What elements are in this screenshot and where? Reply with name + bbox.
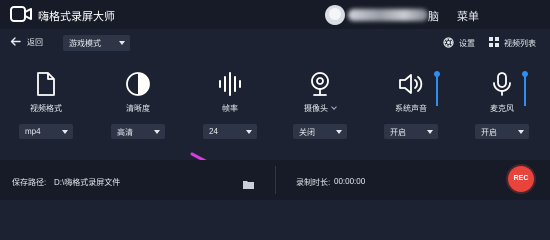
volume-knob[interactable] <box>434 71 440 77</box>
back-button[interactable]: 返回 <box>10 37 43 48</box>
clarity-icon <box>98 71 178 99</box>
video-format-select[interactable]: mp4 <box>19 124 73 139</box>
rec-button[interactable]: REC <box>508 166 534 192</box>
clarity-select[interactable]: 高清 <box>111 124 165 139</box>
caret-down-icon <box>119 41 125 45</box>
volume-fill <box>524 74 526 106</box>
mode-select[interactable]: 游戏模式 <box>63 35 130 51</box>
chevron-down-icon[interactable] <box>331 104 337 110</box>
arrow-left-icon <box>10 37 21 48</box>
back-label: 返回 <box>27 38 43 47</box>
system-sound-volume-slider[interactable] <box>434 71 440 106</box>
webcam-select[interactable]: 关闭 <box>293 124 347 139</box>
waveform-icon <box>190 71 270 99</box>
caret-down-icon <box>62 130 68 134</box>
divider <box>275 166 276 194</box>
caret-down-icon <box>246 130 252 134</box>
caret-down-icon <box>518 130 524 134</box>
option-label: 麦克风 <box>490 104 514 113</box>
menu-button[interactable]: 菜单 <box>457 8 479 24</box>
system-sound-select[interactable]: 开启 <box>384 124 438 139</box>
duration-value: 00:00:00 <box>334 177 366 186</box>
select-value: mp4 <box>25 127 41 136</box>
mode-select-value: 游戏模式 <box>69 39 101 48</box>
select-value: 开启 <box>481 128 497 137</box>
select-value: 24 <box>209 127 218 136</box>
video-list-button[interactable]: 视频列表 <box>489 37 536 49</box>
caret-down-icon <box>427 130 433 134</box>
option-label: 系统声音 <box>395 104 427 113</box>
video-list-label: 视频列表 <box>504 38 536 48</box>
option-label-text: 摄像头 <box>304 104 328 113</box>
caret-down-icon <box>336 130 342 134</box>
save-path-label: 保存路径: <box>12 178 47 187</box>
save-path-value: D:\嗨格式录屏文件 <box>54 178 121 187</box>
duration-label: 录制时长: <box>296 178 331 187</box>
volume-fill <box>436 74 438 106</box>
option-label: 帧率 <box>222 104 238 113</box>
grid-icon <box>489 37 499 49</box>
select-value: 高清 <box>117 128 133 137</box>
microphone-select[interactable]: 开启 <box>475 124 529 139</box>
frame-rate-select[interactable]: 24 <box>203 124 257 139</box>
volume-knob[interactable] <box>522 71 528 77</box>
app-title: 嗨格式录屏大师 <box>38 11 115 23</box>
settings-button[interactable]: 设置 <box>443 37 475 50</box>
avatar[interactable] <box>325 5 345 25</box>
gear-icon <box>443 37 454 50</box>
webcam-icon <box>280 71 360 99</box>
settings-label: 设置 <box>459 39 475 48</box>
microphone-icon <box>462 71 542 99</box>
caret-down-icon <box>154 130 160 134</box>
bottom-bar: 保存路径: D:\嗨格式录屏文件 录制时长: 00:00:00 REC <box>0 160 550 200</box>
file-icon <box>6 71 86 99</box>
username-redacted <box>348 9 428 21</box>
option-label: 摄像头 <box>280 103 360 114</box>
title-bar: 嗨格式录屏大师 脑 菜单 <box>0 0 550 29</box>
folder-icon[interactable] <box>243 176 254 194</box>
option-label: 视频格式 <box>30 104 62 113</box>
select-value: 关闭 <box>299 128 315 137</box>
option-label: 清晰度 <box>126 104 150 113</box>
username-suffix: 脑 <box>428 11 439 23</box>
select-value: 开启 <box>390 128 406 137</box>
camera-logo-icon <box>10 5 32 28</box>
toolbar: 返回 游戏模式 设置 视频列表 <box>0 29 550 59</box>
microphone-volume-slider[interactable] <box>522 71 528 106</box>
